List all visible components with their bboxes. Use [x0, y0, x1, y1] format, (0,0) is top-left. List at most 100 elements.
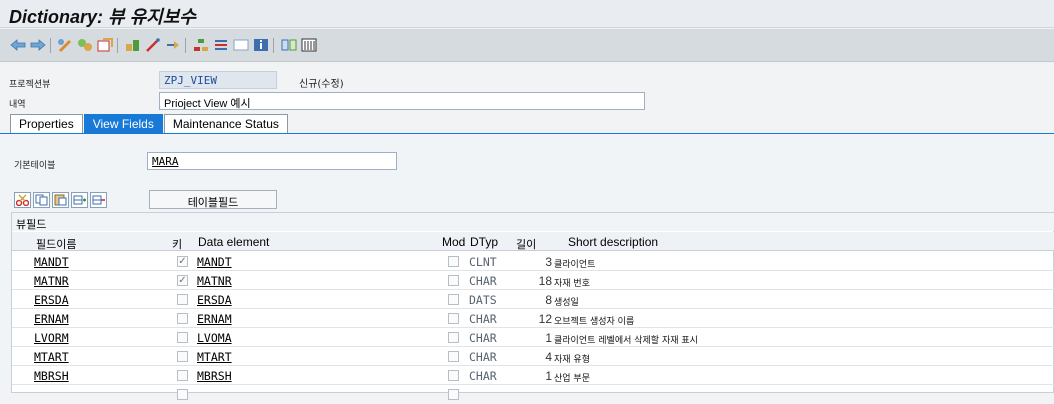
col-dtyp[interactable]: DTyp [470, 235, 498, 249]
table-view-icon[interactable] [280, 37, 297, 53]
data-element[interactable]: ERSDA [197, 293, 232, 307]
short-description: 자재 번호 [554, 279, 590, 289]
table-row[interactable]: MTART MTART CHAR 4 자재 유형 [12, 347, 1054, 366]
grid-header: 필드이름 키 Data element Mod DTyp 길이 Short de… [12, 232, 1054, 251]
data-type: CHAR [469, 350, 497, 364]
field-length: 3 [545, 255, 552, 269]
short-description: 클라이언트 레벨에서 삭제할 자재 표시 [554, 336, 698, 346]
delete-row-icon[interactable] [90, 192, 107, 208]
data-type: CHAR [469, 369, 497, 383]
col-mod[interactable]: Mod [442, 235, 465, 249]
tab-view-fields[interactable]: View Fields [83, 114, 163, 133]
key-checkbox[interactable] [177, 370, 188, 381]
info-list-icon[interactable] [212, 37, 229, 53]
grid-title: 뷰필드 [12, 213, 1054, 231]
data-type: CHAR [469, 331, 497, 345]
data-element[interactable]: MBRSH [197, 369, 232, 383]
forward-arrow-icon[interactable] [29, 37, 46, 53]
data-type: CLNT [469, 255, 497, 269]
key-checkbox[interactable] [177, 313, 188, 324]
title-bar: Dictionary: 뷰 유지보수 [0, 0, 1054, 28]
back-arrow-icon[interactable] [9, 37, 26, 53]
mod-checkbox[interactable] [448, 332, 459, 343]
col-data-element[interactable]: Data element [198, 235, 269, 249]
mod-checkbox[interactable] [448, 294, 459, 305]
short-description: 클라이언트 [554, 260, 596, 270]
status-text: 신규(수정) [299, 79, 344, 90]
short-description: 산업 부문 [554, 374, 590, 384]
table-row[interactable]: LVORM LVOMA CHAR 1 클라이언트 레벨에서 삭제할 자재 표시 [12, 328, 1054, 347]
key-checkbox[interactable] [177, 332, 188, 343]
field-name[interactable]: MTART [34, 350, 69, 364]
table-row[interactable]: ERSDA ERSDA DATS 8 생성일 [12, 290, 1054, 309]
key-checkbox[interactable] [177, 351, 188, 362]
key-checkbox[interactable]: ✓ [177, 275, 188, 286]
key-checkbox[interactable] [177, 294, 188, 305]
data-element[interactable]: MTART [197, 350, 232, 364]
data-element[interactable]: LVOMA [197, 331, 232, 345]
calendar-grid-icon[interactable] [300, 37, 317, 53]
where-used-icon[interactable] [144, 37, 161, 53]
documentation-icon[interactable] [232, 37, 249, 53]
data-type: CHAR [469, 312, 497, 326]
table-row-empty[interactable] [12, 385, 1054, 404]
copy-icon[interactable] [33, 192, 50, 208]
info-icon[interactable] [252, 37, 269, 53]
field-name[interactable]: MANDT [34, 255, 69, 269]
mod-checkbox[interactable] [448, 370, 459, 381]
col-field-name[interactable]: 필드이름 [36, 236, 76, 252]
table-row[interactable]: MATNR ✓ MATNR CHAR 18 자재 번호 [12, 271, 1054, 290]
tab-strip: Properties View Fields Maintenance Statu… [10, 114, 289, 133]
field-name[interactable]: MBRSH [34, 369, 69, 383]
mod-checkbox[interactable] [448, 256, 459, 267]
description-label: 내역 [9, 100, 26, 110]
field-name[interactable]: ERSDA [34, 293, 69, 307]
activate-icon[interactable] [96, 37, 113, 53]
projection-view-field[interactable]: ZPJ_VIEW [159, 71, 277, 89]
description-field[interactable]: Prioject View 예시 [159, 92, 645, 110]
insert-row-icon[interactable] [71, 192, 88, 208]
projection-view-label: 프로젝션뷰 [9, 80, 51, 90]
key-checkbox[interactable] [177, 389, 188, 400]
other-object-icon[interactable] [56, 37, 73, 53]
paste-icon[interactable] [52, 192, 69, 208]
cut-icon[interactable] [14, 192, 31, 208]
mod-checkbox[interactable] [448, 275, 459, 286]
field-name[interactable]: ERNAM [34, 312, 69, 326]
field-length: 1 [545, 331, 552, 345]
col-short-description[interactable]: Short description [568, 235, 658, 249]
table-fields-button[interactable]: 테이블필드 [149, 190, 277, 209]
key-checkbox[interactable]: ✓ [177, 256, 188, 267]
short-description: 자재 유형 [554, 355, 590, 365]
mod-checkbox[interactable] [448, 389, 459, 400]
data-element[interactable]: MATNR [197, 274, 232, 288]
field-length: 12 [538, 312, 552, 326]
data-element[interactable]: ERNAM [197, 312, 232, 326]
data-type: DATS [469, 293, 497, 307]
hierarchy-icon[interactable] [192, 37, 209, 53]
tab-maintenance-status[interactable]: Maintenance Status [163, 114, 288, 133]
field-length: 4 [545, 350, 552, 364]
data-element[interactable]: MANDT [197, 255, 232, 269]
field-name[interactable]: LVORM [34, 331, 69, 345]
view-fields-grid: 뷰필드 필드이름 키 Data element Mod DTyp 길이 Shor… [11, 212, 1054, 400]
col-length[interactable]: 길이 [516, 236, 536, 252]
mod-checkbox[interactable] [448, 313, 459, 324]
check-icon[interactable] [124, 37, 141, 53]
field-name[interactable]: MATNR [34, 274, 69, 288]
table-row[interactable]: ERNAM ERNAM CHAR 12 오브젝트 생성자 이름 [12, 309, 1054, 328]
col-key[interactable]: 키 [172, 236, 182, 252]
tab-properties[interactable]: Properties [10, 114, 83, 133]
page-title: Dictionary: 뷰 유지보수 [9, 7, 196, 27]
field-length: 8 [545, 293, 552, 307]
base-table-label: 기본테이블 [14, 161, 56, 171]
display-change-icon[interactable] [76, 37, 93, 53]
table-row[interactable]: MANDT ✓ MANDT CLNT 3 클라이언트 [12, 252, 1054, 271]
toolbar [0, 29, 1054, 62]
mod-checkbox[interactable] [448, 351, 459, 362]
short-description: 생성일 [554, 298, 579, 308]
display-object-list-icon[interactable] [164, 37, 181, 53]
field-length: 1 [545, 369, 552, 383]
table-row[interactable]: MBRSH MBRSH CHAR 1 산업 부문 [12, 366, 1054, 385]
base-table-field[interactable]: MARA [147, 152, 397, 170]
